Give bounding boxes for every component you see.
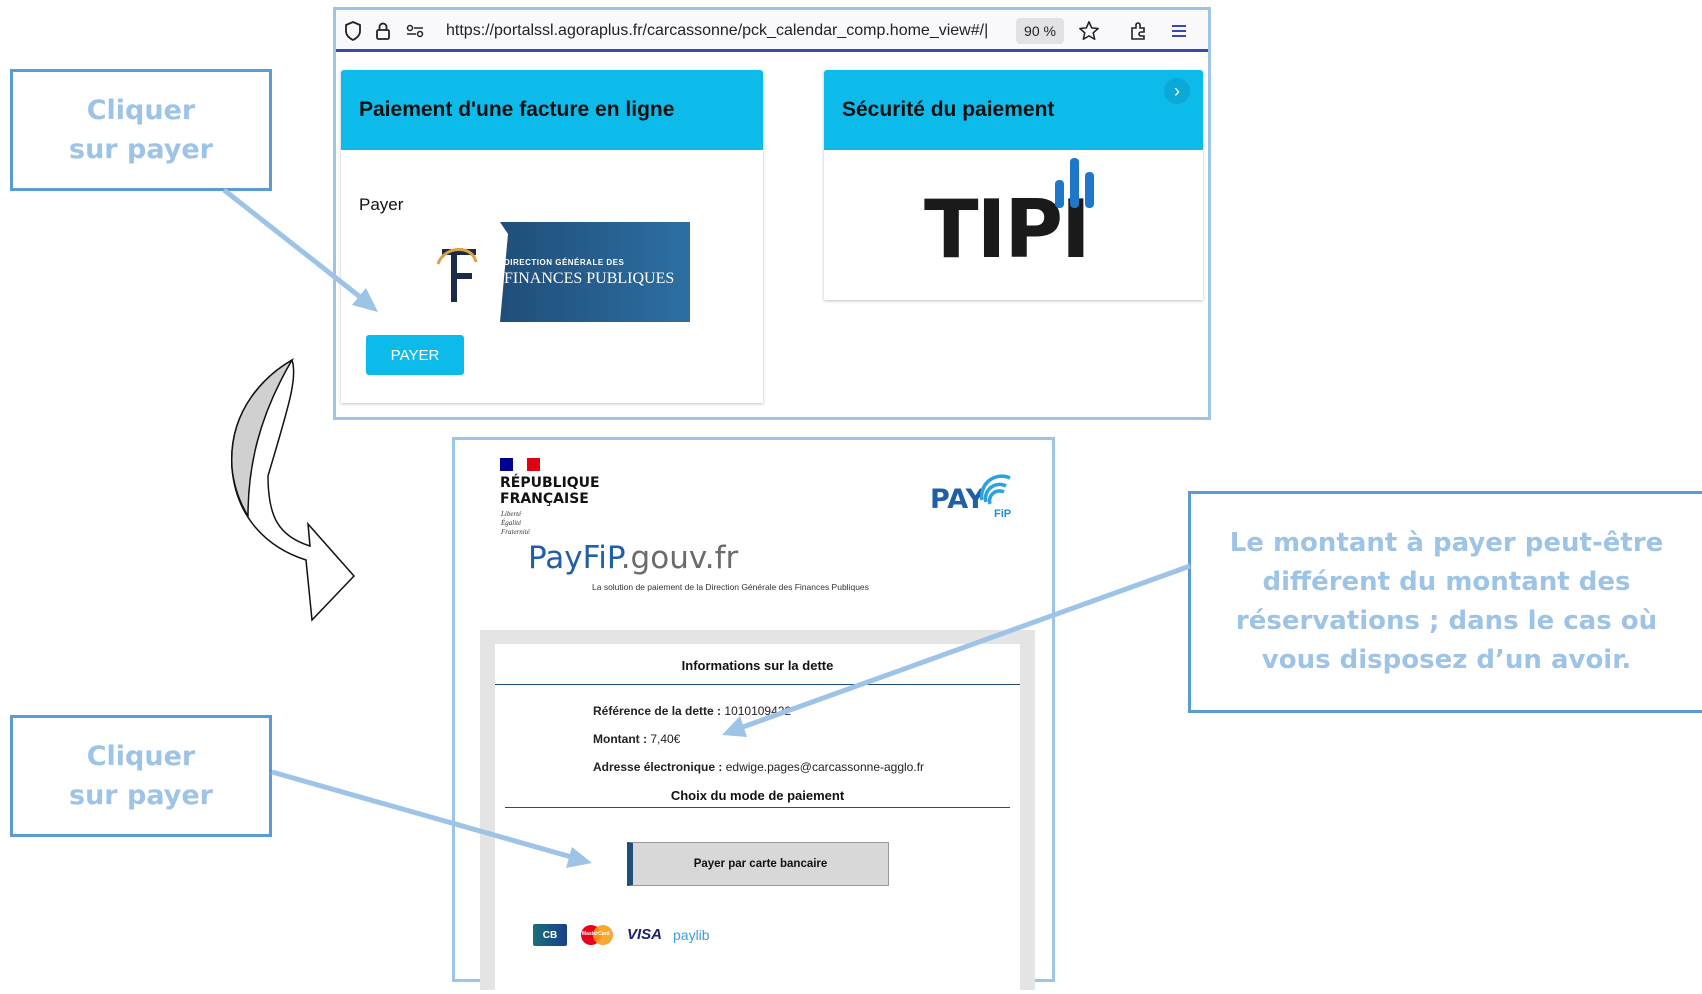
arrow-to-amount <box>739 563 1191 731</box>
arrow-to-card-button <box>271 769 576 861</box>
arrow-to-payer-button <box>222 188 366 302</box>
arrow-head <box>566 847 592 868</box>
annotation-arrows <box>222 188 1191 868</box>
arrow-head <box>722 716 747 737</box>
